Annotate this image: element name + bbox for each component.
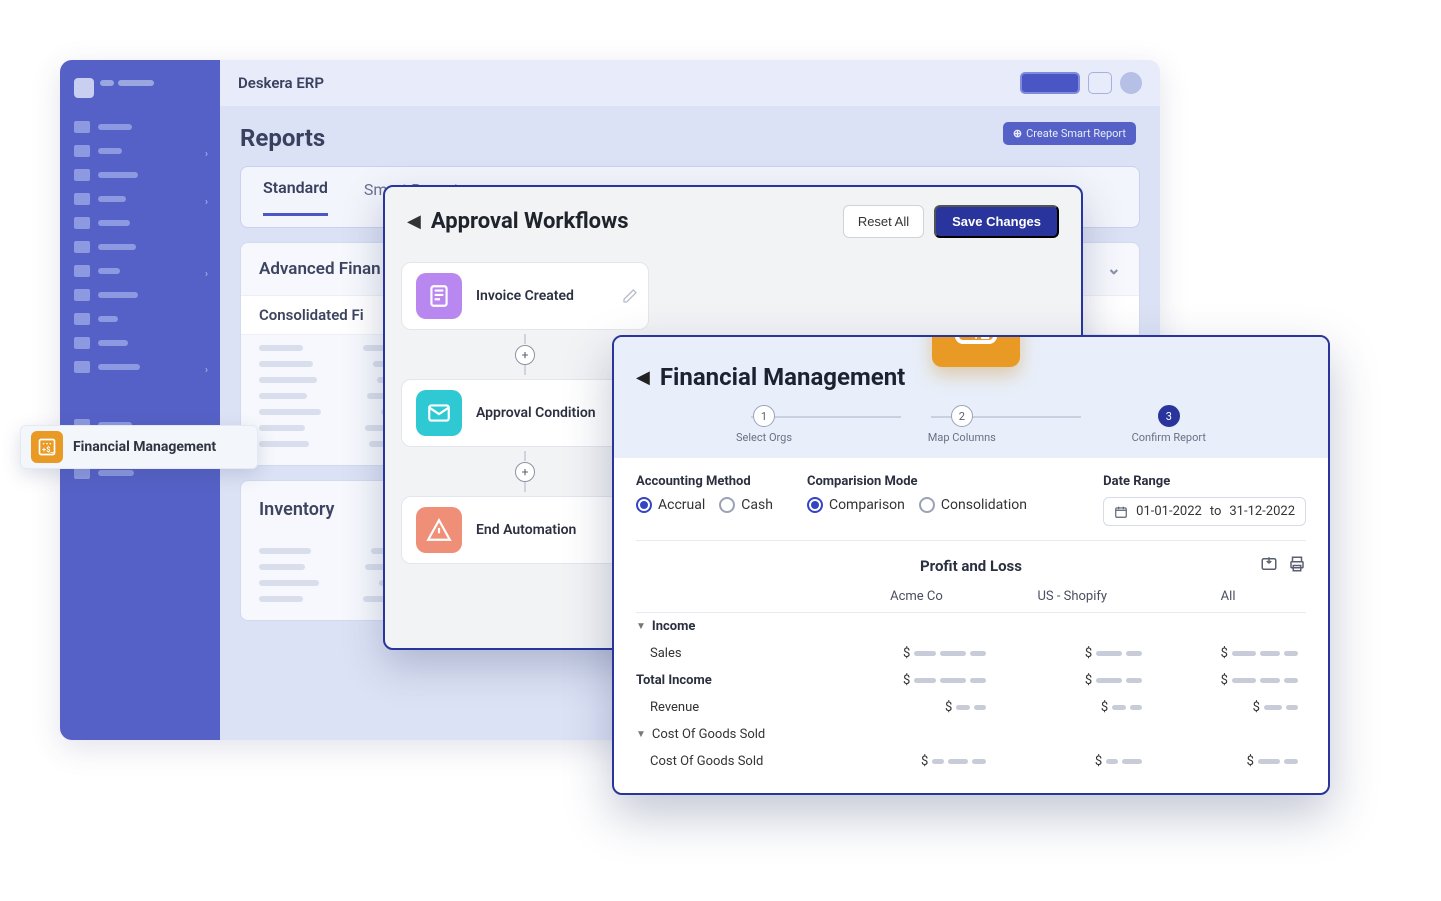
add-step-button[interactable]: + — [515, 345, 535, 365]
caret-down-icon[interactable]: ▼ — [636, 729, 646, 740]
radio-consolidation[interactable]: Consolidation — [919, 497, 1027, 513]
sidebar-item[interactable] — [60, 211, 220, 235]
step-label: Approval Condition — [476, 405, 596, 421]
app-sidebar: › › › › — [60, 60, 220, 740]
invoice-icon — [416, 273, 462, 319]
sidebar-item[interactable] — [60, 283, 220, 307]
step-label: Invoice Created — [476, 288, 574, 304]
app-title: Deskera ERP — [238, 74, 324, 92]
add-step-button[interactable]: + — [515, 462, 535, 482]
sidebar-item[interactable] — [60, 307, 220, 331]
calendar-icon — [1114, 505, 1128, 519]
topbar-button[interactable] — [1020, 72, 1080, 94]
sidebar-item[interactable] — [60, 115, 220, 139]
date-range-group: Date Range 01-01-2022 to 31-12-2022 — [1103, 474, 1306, 526]
column-header: All — [1150, 589, 1306, 604]
column-header: US - Shopify — [994, 589, 1150, 604]
panel-title: Approval Workflows — [431, 209, 629, 234]
mail-icon — [416, 390, 462, 436]
logo-bar — [118, 80, 154, 86]
step-select-orgs[interactable]: 1 Select Orgs — [736, 405, 792, 444]
accounting-method-group: Accounting Method Accrual Cash — [636, 474, 773, 513]
chevron-right-icon: › — [205, 149, 208, 160]
radio-accrual[interactable]: Accrual — [636, 497, 705, 513]
sidebar-item[interactable]: › — [60, 259, 220, 283]
create-smart-report-button[interactable]: ⊕ Create Smart Report — [1003, 122, 1136, 145]
plus-icon: ⊕ — [1013, 127, 1022, 140]
topbar-icon-button[interactable] — [1088, 72, 1112, 94]
sidebar-callout-financial-management[interactable]: +$_ Financial Management — [20, 425, 258, 469]
svg-text:+$_: +$_ — [961, 335, 989, 342]
tab-standard[interactable]: Standard — [263, 178, 328, 216]
financial-calculator-icon: +$_ — [31, 431, 63, 463]
sidebar-item[interactable] — [60, 235, 220, 259]
sidebar-item[interactable]: › — [60, 187, 220, 211]
profit-loss-table: Acme Co US - Shopify All ▼Income Sales $… — [636, 581, 1306, 775]
panel-title: Financial Management — [660, 363, 905, 391]
export-icon[interactable] — [1260, 555, 1278, 573]
chevron-down-icon[interactable]: ⌄ — [1107, 259, 1121, 279]
back-icon[interactable]: ◀ — [636, 367, 650, 388]
column-header: Acme Co — [839, 589, 995, 604]
comparison-mode-group: Comparision Mode Comparison Consolidatio… — [807, 474, 1027, 513]
callout-label: Financial Management — [73, 439, 216, 455]
sidebar-item[interactable] — [60, 163, 220, 187]
stepper: 1 Select Orgs 2 Map Columns 3 Confirm Re… — [636, 405, 1306, 444]
radio-cash[interactable]: Cash — [719, 497, 773, 513]
report-title: Profit and Loss — [920, 557, 1022, 575]
chevron-right-icon: › — [205, 365, 208, 376]
back-icon[interactable]: ◀ — [407, 211, 421, 232]
save-changes-button[interactable]: Save Changes — [934, 205, 1059, 238]
chevron-right-icon: › — [205, 269, 208, 280]
sidebar-item[interactable]: › — [60, 355, 220, 379]
top-bar: Deskera ERP — [220, 60, 1160, 106]
logo-bar — [100, 80, 114, 86]
reset-all-button[interactable]: Reset All — [843, 205, 924, 238]
step-map-columns[interactable]: 2 Map Columns — [928, 405, 996, 444]
financial-calculator-icon: +$_ — [932, 335, 1020, 367]
sidebar-item[interactable]: › — [60, 139, 220, 163]
date-range-picker[interactable]: 01-01-2022 to 31-12-2022 — [1103, 497, 1306, 526]
sidebar-item[interactable] — [60, 331, 220, 355]
logo-icon — [74, 78, 94, 98]
step-confirm-report[interactable]: 3 Confirm Report — [1132, 405, 1206, 444]
caret-down-icon[interactable]: ▼ — [636, 621, 646, 632]
workflow-step-invoice-created[interactable]: Invoice Created — [401, 262, 649, 330]
edit-icon[interactable] — [622, 288, 638, 304]
svg-text:+$_: +$_ — [42, 445, 54, 454]
avatar[interactable] — [1120, 72, 1142, 94]
financial-management-panel: +$_ ◀ Financial Management 1 Select Orgs… — [612, 335, 1330, 795]
section-title: Advanced Finan — [259, 259, 381, 279]
chevron-right-icon: › — [205, 197, 208, 208]
warning-icon — [416, 507, 462, 553]
radio-comparison[interactable]: Comparison — [807, 497, 905, 513]
print-icon[interactable] — [1288, 555, 1306, 573]
step-label: End Automation — [476, 522, 576, 538]
